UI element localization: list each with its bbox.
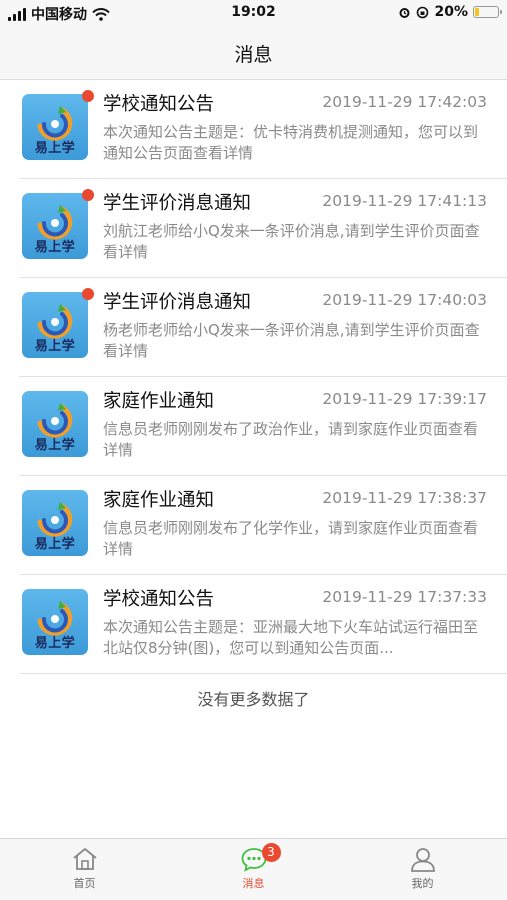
message-body: 信息员老师刚刚发布了政治作业，请到家庭作业页面查看详情 — [103, 420, 479, 459]
message-title: 学生评价消息通知 — [103, 193, 252, 214]
status-right: 20% — [398, 4, 502, 20]
app-logo-avatar: 易上学 — [22, 94, 88, 160]
message-time: 2019-11-29 17:38:37 — [322, 489, 487, 507]
message-item[interactable]: 易上学 学生评价消息通知 2019-11-29 17:40:03 杨老师老师给小Q发来… — [19, 278, 507, 377]
message-time: 2019-11-29 17:39:17 — [322, 390, 487, 408]
no-more-data-text: 没有更多数据了 — [197, 690, 310, 709]
tab-messages[interactable]: 3 消息 — [169, 839, 338, 900]
message-item[interactable]: 易上学 学校通知公告 2019-11-29 17:37:33 本次通知公告主题是：亚洲… — [19, 575, 507, 674]
app-logo-avatar: 易上学 — [22, 193, 88, 259]
message-body: 信息员老师刚刚发布了化学作业，请到家庭作业页面查看详情 — [103, 519, 479, 558]
tab-home[interactable]: 首页 — [0, 839, 169, 900]
tab-messages-label: 消息 — [242, 877, 265, 890]
unread-dot — [82, 288, 94, 300]
app-logo-text: 易上学 — [34, 240, 76, 255]
alarm-icon — [399, 7, 410, 18]
message-item[interactable]: 易上学 学校通知公告 2019-11-29 17:42:03 本次通知公告主题是：优卡… — [19, 80, 507, 179]
message-item[interactable]: 易上学 学生评价消息通知 2019-11-29 17:41:13 刘航江老师给小Q发来… — [19, 179, 507, 278]
message-body: 刘航江老师给小Q发来一条评价消息,请到学生评价页面查看详情 — [103, 222, 480, 261]
message-title: 家庭作业通知 — [103, 391, 215, 412]
message-body: 本次通知公告主题是：优卡特消费机提测通知，您可以到通知公告页面查看详情 — [103, 123, 479, 162]
tab-messages-badge: 3 — [261, 843, 281, 862]
unread-dot — [82, 189, 94, 201]
page-title: 消息 — [234, 44, 273, 66]
app-logo-avatar: 易上学 — [22, 589, 88, 655]
app-logo-avatar: 易上学 — [22, 292, 88, 358]
app-logo-text: 易上学 — [34, 636, 76, 651]
message-body: 本次通知公告主题是：亚洲最大地下火车站试运行福田至北站仅8分钟(图)，您可以到通… — [103, 618, 479, 657]
battery-fill — [475, 8, 480, 16]
home-icon — [72, 848, 97, 870]
tab-home-label: 首页 — [73, 877, 96, 890]
message-title: 学生评价消息通知 — [103, 292, 252, 313]
app-logo-text: 易上学 — [34, 339, 76, 354]
battery-percent: 20% — [434, 4, 468, 20]
message-time: 2019-11-29 17:42:03 — [322, 93, 487, 111]
tab-profile[interactable]: 我的 — [338, 839, 507, 900]
app-logo-avatar: 易上学 — [22, 391, 88, 457]
message-list: 易上学 学校通知公告 2019-11-29 17:42:03 本次通知公告主题是：优卡… — [0, 80, 507, 674]
message-item[interactable]: 易上学 家庭作业通知 2019-11-29 17:38:37 信息员老师刚刚发布了化学… — [19, 476, 507, 575]
app-logo-text: 易上学 — [34, 141, 76, 156]
app-logo-text: 易上学 — [34, 537, 76, 552]
message-body: 杨老师老师给小Q发来一条评价消息,请到学生评价页面查看详情 — [103, 321, 480, 360]
message-title: 家庭作业通知 — [103, 490, 215, 511]
battery-icon — [473, 6, 502, 18]
nav-bar: 消息 — [0, 26, 507, 80]
message-time: 2019-11-29 17:41:13 — [322, 192, 487, 210]
message-time: 2019-11-29 17:37:33 — [322, 588, 487, 606]
user-icon — [410, 848, 435, 872]
message-title: 学校通知公告 — [103, 94, 215, 115]
unread-dot — [82, 90, 94, 102]
orientation-lock-icon — [417, 6, 429, 18]
status-bar: 中国移动 19:02 20% — [0, 0, 507, 26]
app-logo-text: 易上学 — [34, 438, 76, 453]
app-logo-avatar: 易上学 — [22, 490, 88, 556]
tab-bar: 首页 3 消息 我的 — [0, 838, 507, 900]
message-title: 学校通知公告 — [103, 589, 215, 610]
message-time: 2019-11-29 17:40:03 — [322, 291, 487, 309]
message-item[interactable]: 易上学 家庭作业通知 2019-11-29 17:39:17 信息员老师刚刚发布了政治… — [19, 377, 507, 476]
tab-profile-label: 我的 — [411, 877, 434, 890]
